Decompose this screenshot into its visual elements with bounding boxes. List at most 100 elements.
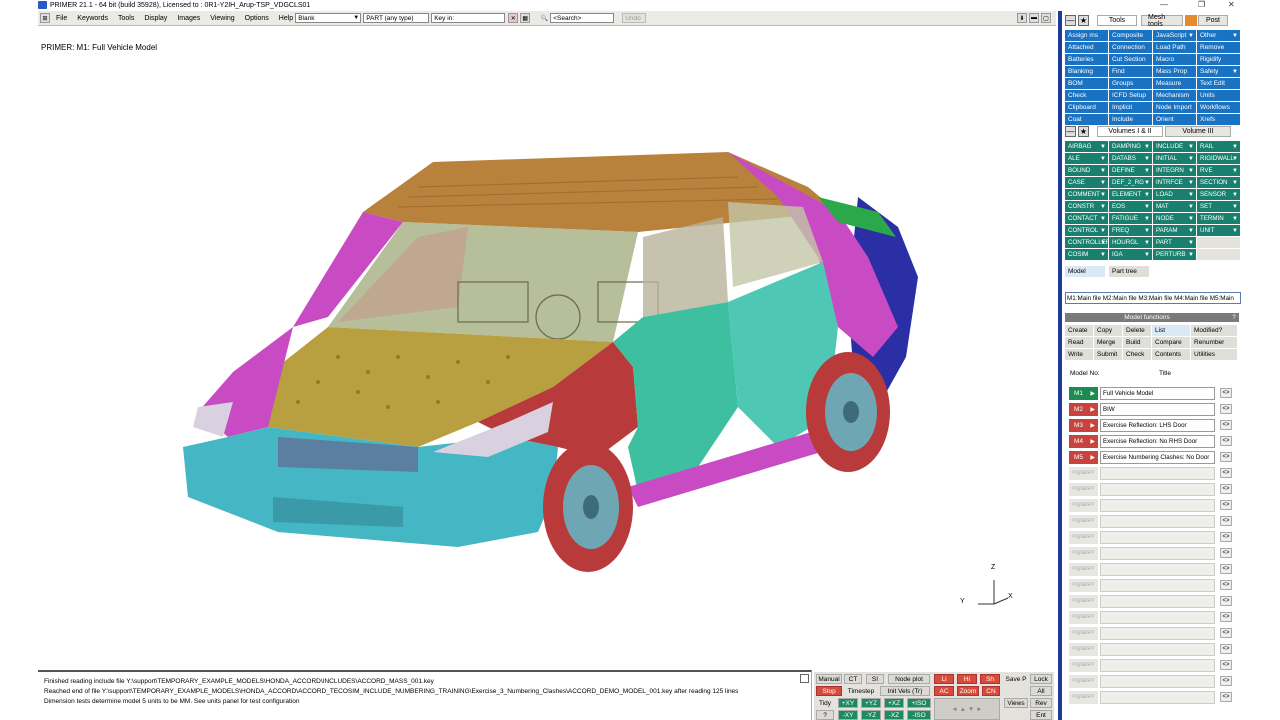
- swap-arrow-button[interactable]: <>: [1220, 436, 1232, 446]
- model-function-button[interactable]: Compare: [1152, 337, 1190, 348]
- minus-yz-button[interactable]: -YZ: [861, 710, 881, 720]
- tool-button[interactable]: JavaScript ▼: [1153, 30, 1196, 41]
- model-badge[interactable]: M2 ▶: [1069, 402, 1098, 416]
- tool-button[interactable]: Workflows: [1197, 102, 1240, 113]
- plus-iso-button[interactable]: +ISO: [907, 698, 931, 708]
- swap-arrow-button[interactable]: <>: [1220, 596, 1232, 606]
- swap-arrow-button[interactable]: <>: [1220, 500, 1232, 510]
- tool-button[interactable]: Mechanism: [1153, 90, 1196, 101]
- menu-images[interactable]: Images: [172, 15, 205, 22]
- menu-help[interactable]: Help: [274, 15, 295, 22]
- tool-button[interactable]: Groups: [1109, 78, 1152, 89]
- swap-arrow-button[interactable]: <>: [1220, 644, 1232, 654]
- spare-slot[interactable]: <spare>: [1069, 482, 1098, 496]
- tool-button[interactable]: Load Path: [1153, 42, 1196, 53]
- close-icon[interactable]: ✕: [1228, 0, 1235, 9]
- ct-button[interactable]: CT: [844, 674, 862, 684]
- keyword-button[interactable]: NODE ▼: [1153, 213, 1196, 224]
- keyword-button[interactable]: CONTROL ▼: [1065, 225, 1108, 236]
- flag-icon[interactable]: ✕: [508, 13, 519, 23]
- keyword-button[interactable]: LOAD ▼: [1153, 189, 1196, 200]
- swap-arrow-button[interactable]: <>: [1220, 660, 1232, 670]
- tool-button[interactable]: Check: [1065, 90, 1108, 101]
- keyword-button[interactable]: COSIM ▼: [1065, 249, 1108, 260]
- blank-select[interactable]: Blank ▼: [295, 13, 362, 23]
- tool-button[interactable]: ICFD Setup: [1109, 90, 1152, 101]
- spare-slot[interactable]: <spare>: [1069, 690, 1098, 704]
- keyword-button[interactable]: COMMENT ▼: [1065, 189, 1108, 200]
- tool-button[interactable]: Node Import: [1153, 102, 1196, 113]
- tool-button[interactable]: Blanking: [1065, 66, 1108, 77]
- model-function-button[interactable]: Modified?: [1191, 325, 1237, 336]
- sh-button[interactable]: Sh: [980, 674, 1000, 684]
- model-function-button[interactable]: Contents: [1152, 349, 1190, 360]
- keyword-button[interactable]: CASE ▼: [1065, 177, 1108, 188]
- tool-button[interactable]: BOM: [1065, 78, 1108, 89]
- model-title-field[interactable]: Exercise Numbering Clashes: No Door: [1100, 450, 1215, 464]
- keyword-button[interactable]: DEF_2_RG ▼: [1109, 177, 1152, 188]
- help-icon[interactable]: ?: [1229, 313, 1239, 322]
- spare-slot[interactable]: <spare>: [1069, 658, 1098, 672]
- ent-button[interactable]: Ent: [1030, 710, 1052, 720]
- tab-volumes-1-2[interactable]: Volumes I & II: [1097, 126, 1163, 137]
- keyword-button[interactable]: PART ▼: [1153, 237, 1196, 248]
- minimize-icon[interactable]: —: [1160, 0, 1168, 9]
- keyword-button[interactable]: RAIL ▼: [1197, 141, 1240, 152]
- tool-button[interactable]: Attached: [1065, 42, 1108, 53]
- model-function-button[interactable]: Utilities: [1191, 349, 1237, 360]
- keyword-button[interactable]: RIGIDWALL ▼: [1197, 153, 1240, 164]
- tool-button[interactable]: Other ▼: [1197, 30, 1240, 41]
- model-list-bar[interactable]: M1:Main file M2:Main file M3:Main file M…: [1065, 292, 1241, 304]
- si-button[interactable]: SI: [866, 674, 884, 684]
- menu-keywords[interactable]: Keywords: [72, 15, 113, 22]
- keyword-button[interactable]: INTRFCE ▼: [1153, 177, 1196, 188]
- tool-button[interactable]: Clipboard: [1065, 102, 1108, 113]
- tool-button[interactable]: Implicit: [1109, 102, 1152, 113]
- grid-icon[interactable]: ▦: [520, 13, 531, 23]
- swap-arrow-button[interactable]: <>: [1220, 404, 1232, 414]
- dock-icon[interactable]: ⊞: [40, 13, 50, 23]
- plus-yz-button[interactable]: +YZ: [861, 698, 881, 708]
- keyword-button[interactable]: FATIGUE ▼: [1109, 213, 1152, 224]
- swap-arrow-button[interactable]: <>: [1220, 564, 1232, 574]
- tool-button[interactable]: Macro: [1153, 54, 1196, 65]
- spare-slot[interactable]: <spare>: [1069, 546, 1098, 560]
- tool-button[interactable]: Find: [1109, 66, 1152, 77]
- collapse-icon[interactable]: —: [1065, 126, 1076, 137]
- search-icon[interactable]: 🔍: [539, 13, 549, 23]
- ac-button[interactable]: AC: [934, 686, 954, 696]
- swap-arrow-button[interactable]: <>: [1220, 676, 1232, 686]
- swap-arrow-button[interactable]: <>: [1220, 452, 1232, 462]
- model-function-button[interactable]: Check: [1123, 349, 1151, 360]
- entity-type-select[interactable]: PART (any type): [363, 13, 430, 23]
- swap-arrow-button[interactable]: <>: [1220, 388, 1232, 398]
- spare-slot[interactable]: <spare>: [1069, 626, 1098, 640]
- swap-arrow-button[interactable]: <>: [1220, 468, 1232, 478]
- swap-arrow-button[interactable]: <>: [1220, 628, 1232, 638]
- model-function-button[interactable]: Renumber: [1191, 337, 1237, 348]
- plus-xz-button[interactable]: +XZ: [884, 698, 904, 708]
- lock-button[interactable]: Lock: [1030, 674, 1052, 684]
- star-icon[interactable]: ★: [1078, 15, 1089, 26]
- keyword-button[interactable]: DAMPING ▼: [1109, 141, 1152, 152]
- minus-iso-button[interactable]: -ISO: [907, 710, 931, 720]
- keyword-button[interactable]: ELEMENT ▼: [1109, 189, 1152, 200]
- keyword-button[interactable]: CONTROLLER ▼: [1065, 237, 1108, 248]
- menu-options[interactable]: Options: [240, 15, 274, 22]
- tool-button[interactable]: Orient: [1153, 114, 1196, 125]
- model-function-button[interactable]: Copy: [1094, 325, 1122, 336]
- arrow-down-icon[interactable]: ⬇: [1017, 13, 1027, 23]
- tool-button[interactable]: Batteries: [1065, 54, 1108, 65]
- graphics-viewport[interactable]: Z Y X: [38, 27, 1056, 667]
- menu-display[interactable]: Display: [139, 15, 172, 22]
- spare-slot[interactable]: <spare>: [1069, 594, 1098, 608]
- search-input[interactable]: <Search>: [550, 13, 615, 23]
- help-button[interactable]: ?: [816, 710, 834, 720]
- restore-icon[interactable]: ❐: [1198, 0, 1205, 9]
- tool-button[interactable]: Safety ▼: [1197, 66, 1240, 77]
- minus-xy-button[interactable]: -XY: [838, 710, 858, 720]
- model-title-field[interactable]: Exercise Reflection: LHS Door: [1100, 418, 1215, 432]
- keyword-button[interactable]: RVE ▼: [1197, 165, 1240, 176]
- keyword-button[interactable]: CONSTR ▼: [1065, 201, 1108, 212]
- timestep-button[interactable]: Timestep: [844, 686, 878, 696]
